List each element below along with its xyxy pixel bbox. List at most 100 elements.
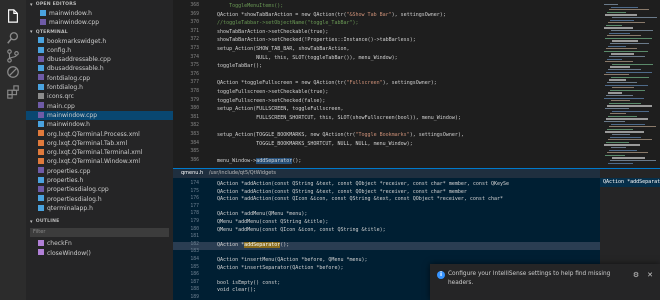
line-number: 375 [190,63,199,69]
file-tree-item[interactable]: main.cpp [26,102,173,111]
file-tree-item[interactable]: org.lxqt.QTerminal.Terminal.xml [26,148,173,157]
line-number: 175 [190,188,199,194]
file-tree-item[interactable]: propertiesdialog.h [26,195,173,204]
code-line: setup_Action(FULLSCREEN, toggleFullscree… [205,106,343,112]
file-tree-item[interactable]: bookmarkswidget.h [26,37,173,46]
file-tree-item[interactable]: org.lxqt.QTerminal.Tab.xml [26,139,173,148]
reference-item[interactable]: QAction *addSeparator(); [600,178,660,187]
file-h-icon [38,176,44,183]
minimap-line [605,37,652,39]
code-line: showTabBarAction->setCheckable(true); [205,29,328,35]
file-tree-item[interactable]: mainwindow.cpp [26,110,173,121]
code-line: bool isEmpty() const; [205,280,280,286]
file-name: org.lxqt.QTerminal.Process.xml [47,130,140,138]
files-icon[interactable] [5,8,21,24]
code-line: QMenu *addMenu(const QString &title); [205,219,328,225]
open-editor-item[interactable]: mainwindow.h [26,9,173,18]
code-line: FULLSCREEN_SHORTCUT, this, SLOT(showFull… [205,115,461,121]
file-tree-item[interactable]: qterminalapp.h [26,204,173,213]
minimap-line [604,97,644,99]
line-number: 174 [190,181,199,186]
file-h-icon [38,120,44,127]
line-number: 184 [190,257,199,262]
file-name: icons.qrc [47,93,74,101]
line-number: 374 [190,54,199,60]
file-h-icon [38,37,44,44]
minimap-line [610,113,626,115]
intellisense-notification: i Configure your IntelliSense settings t… [430,264,660,300]
file-tree-item[interactable]: properties.h [26,176,173,185]
minimap-line [608,92,622,94]
code-token: showTabBarAction->setChecked(!Properties… [205,37,416,44]
code-token: setup_Action(TOGGLE_BOOKMARKS, new QActi… [205,132,356,138]
code-line: TOGGLE_BOOKMARKS_SHORTCUT, NULL, NULL, m… [205,141,413,147]
file-tree-item[interactable]: config.h [26,46,173,55]
minimap-line [610,66,630,68]
line-number: 372 [190,37,199,43]
minimap-line [609,79,626,81]
extensions-icon[interactable] [5,84,21,100]
code-line: QAction *insertMenu(QAction *before, QMe… [205,257,368,263]
line-number: 382 [190,123,199,129]
line-number: 373 [190,46,199,51]
file-name: dbusaddressable.cpp [47,56,111,64]
outline-item[interactable]: closeWindow() [26,249,173,258]
line-number: 178 [190,211,199,217]
file-xml-icon [38,130,44,137]
open-editors-header[interactable]: ▾ OPEN EDITORS [26,0,173,9]
minimap[interactable] [600,0,660,168]
code-token: setup_Action(SHOW_TAB_BAR, showTabBarAct… [205,46,350,52]
search-icon[interactable] [5,30,21,46]
file-tree-item[interactable]: org.lxqt.QTerminal.Window.xml [26,157,173,166]
line-number: 181 [190,234,199,240]
file-tree-item[interactable]: org.lxqt.QTerminal.Process.xml [26,130,173,139]
file-tree-item[interactable]: propertiesdialog.cpp [26,185,173,194]
minimap-line [609,9,649,11]
minimap-line [607,58,622,60]
minimap-line [610,19,634,21]
method-icon [38,239,44,246]
file-tree-item[interactable]: icons.qrc [26,92,173,101]
project-header[interactable]: ▾ QTERMINAL [26,28,173,37]
file-tree-item[interactable]: mainwindow.h [26,120,173,129]
minimap-line [609,102,641,104]
source-control-icon[interactable] [5,48,21,64]
minimap-line [610,89,645,91]
line-number: 179 [190,219,199,224]
minimap-line [610,160,656,162]
minimap-line [605,131,644,133]
line-number: 377 [190,80,199,86]
line-number: 369 [190,11,199,17]
chevron-down-icon: ▾ [30,1,33,8]
file-tree-item[interactable]: fontdialog.cpp [26,74,173,83]
code-token: QAction *toggleFullscreen = new QAction(… [205,80,347,87]
file-tree-item[interactable]: dbusaddressable.h [26,64,173,73]
outline-item[interactable]: checkFn [26,239,173,248]
code-token: "&Show Tab Bar" [346,11,392,18]
outline-filter-input[interactable]: Filter [30,228,169,238]
file-tree-item[interactable]: dbusaddressable.cpp [26,55,173,64]
line-number: 183 [190,249,199,255]
line-number: 177 [190,203,199,209]
outline-header[interactable]: ▾ OUTLINE [26,217,173,226]
notification-message: Configure your IntelliSense settings to … [448,271,611,286]
minimap-line [611,30,653,32]
file-tree-item[interactable]: properties.cpp [26,167,173,176]
minimap-line [609,56,645,58]
minimap-line [605,84,648,86]
file-tree-item[interactable]: fontdialog.h [26,83,173,92]
minimap-line [605,14,637,16]
chevron-down-icon: ▾ [30,29,33,36]
close-icon[interactable]: ✕ [645,270,655,280]
code-token: QAction * [205,241,245,248]
code-token: QAction *addAction(const QIcon &icon, co… [205,196,504,203]
minimap-line [605,108,629,110]
gear-icon[interactable]: ⚙ [631,270,641,280]
debug-icon[interactable] [5,64,21,80]
file-xml-icon [38,148,44,155]
minimap-line [604,121,625,123]
minimap-line [604,50,648,52]
minimap-line [612,87,634,89]
open-editor-item[interactable]: mainwindow.cpp [26,18,173,27]
file-cpp-icon [38,55,44,62]
